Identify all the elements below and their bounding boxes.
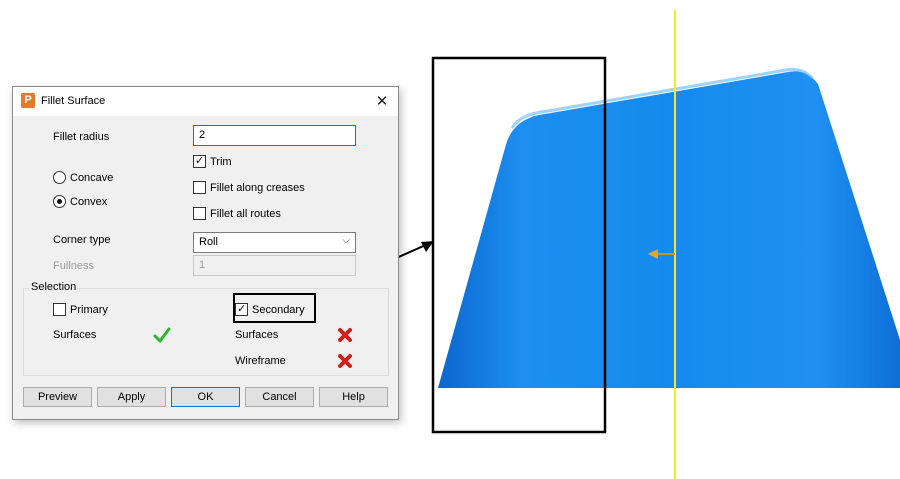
- fillet-along-creases-checkbox[interactable]: Fillet along creases: [193, 181, 305, 194]
- fillet-radius-input[interactable]: 2: [193, 125, 356, 146]
- filleted-solid-body[interactable]: [438, 71, 900, 388]
- corner-type-select[interactable]: Roll ⌵: [193, 232, 356, 253]
- fillet-all-routes-label: Fillet all routes: [210, 207, 281, 220]
- fullness-input[interactable]: 1: [193, 255, 356, 276]
- app-logo-icon: P: [21, 93, 35, 108]
- fillet-all-routes-checkbox[interactable]: Fillet all routes: [193, 207, 281, 220]
- fillet-radius-label: Fillet radius: [53, 131, 110, 143]
- concave-label: Concave: [70, 171, 114, 184]
- trim-label: Trim: [210, 155, 232, 168]
- tick-icon: [153, 327, 171, 343]
- convex-radio-circle[interactable]: [53, 195, 66, 208]
- help-button[interactable]: Help: [319, 387, 388, 407]
- preview-button[interactable]: Preview: [23, 387, 92, 407]
- convex-radio[interactable]: Convex: [53, 195, 107, 208]
- apply-button[interactable]: Apply: [97, 387, 166, 407]
- primary-checkbox[interactable]: Primary: [53, 303, 108, 316]
- fillet-along-creases-label: Fillet along creases: [210, 181, 305, 194]
- corner-type-value: Roll: [199, 236, 218, 248]
- fillet-along-creases-box[interactable]: [193, 181, 206, 194]
- ok-button[interactable]: OK: [171, 387, 240, 407]
- trim-checkbox[interactable]: ✓ Trim: [193, 155, 232, 168]
- convex-label: Convex: [70, 195, 108, 208]
- primary-surfaces-label: Surfaces: [53, 329, 97, 341]
- corner-type-label: Corner type: [53, 234, 111, 246]
- concave-radio-circle[interactable]: [53, 171, 66, 184]
- dialog-title: Fillet Surface: [41, 95, 106, 107]
- trim-checkbox-box[interactable]: ✓: [193, 155, 206, 168]
- cross-icon: [338, 328, 352, 342]
- dialog-titlebar[interactable]: P Fillet Surface ✕: [13, 87, 398, 116]
- fullness-label: Fullness: [53, 260, 94, 272]
- fillet-all-routes-box[interactable]: [193, 207, 206, 220]
- secondary-wireframe-label: Wireframe: [235, 355, 286, 367]
- fillet-surface-dialog: P Fillet Surface ✕ Fillet radius 2 ✓ Tri…: [12, 86, 399, 420]
- secondary-highlight-box: [233, 293, 316, 323]
- close-icon[interactable]: ✕: [366, 87, 398, 116]
- secondary-surfaces-label: Surfaces: [235, 329, 279, 341]
- selection-group-label: Selection: [29, 281, 79, 293]
- cancel-button[interactable]: Cancel: [245, 387, 314, 407]
- cross-icon: [338, 354, 352, 368]
- primary-checkbox-box[interactable]: [53, 303, 66, 316]
- primary-label: Primary: [70, 303, 108, 316]
- chevron-down-icon: ⌵: [342, 235, 350, 246]
- concave-radio[interactable]: Concave: [53, 171, 113, 184]
